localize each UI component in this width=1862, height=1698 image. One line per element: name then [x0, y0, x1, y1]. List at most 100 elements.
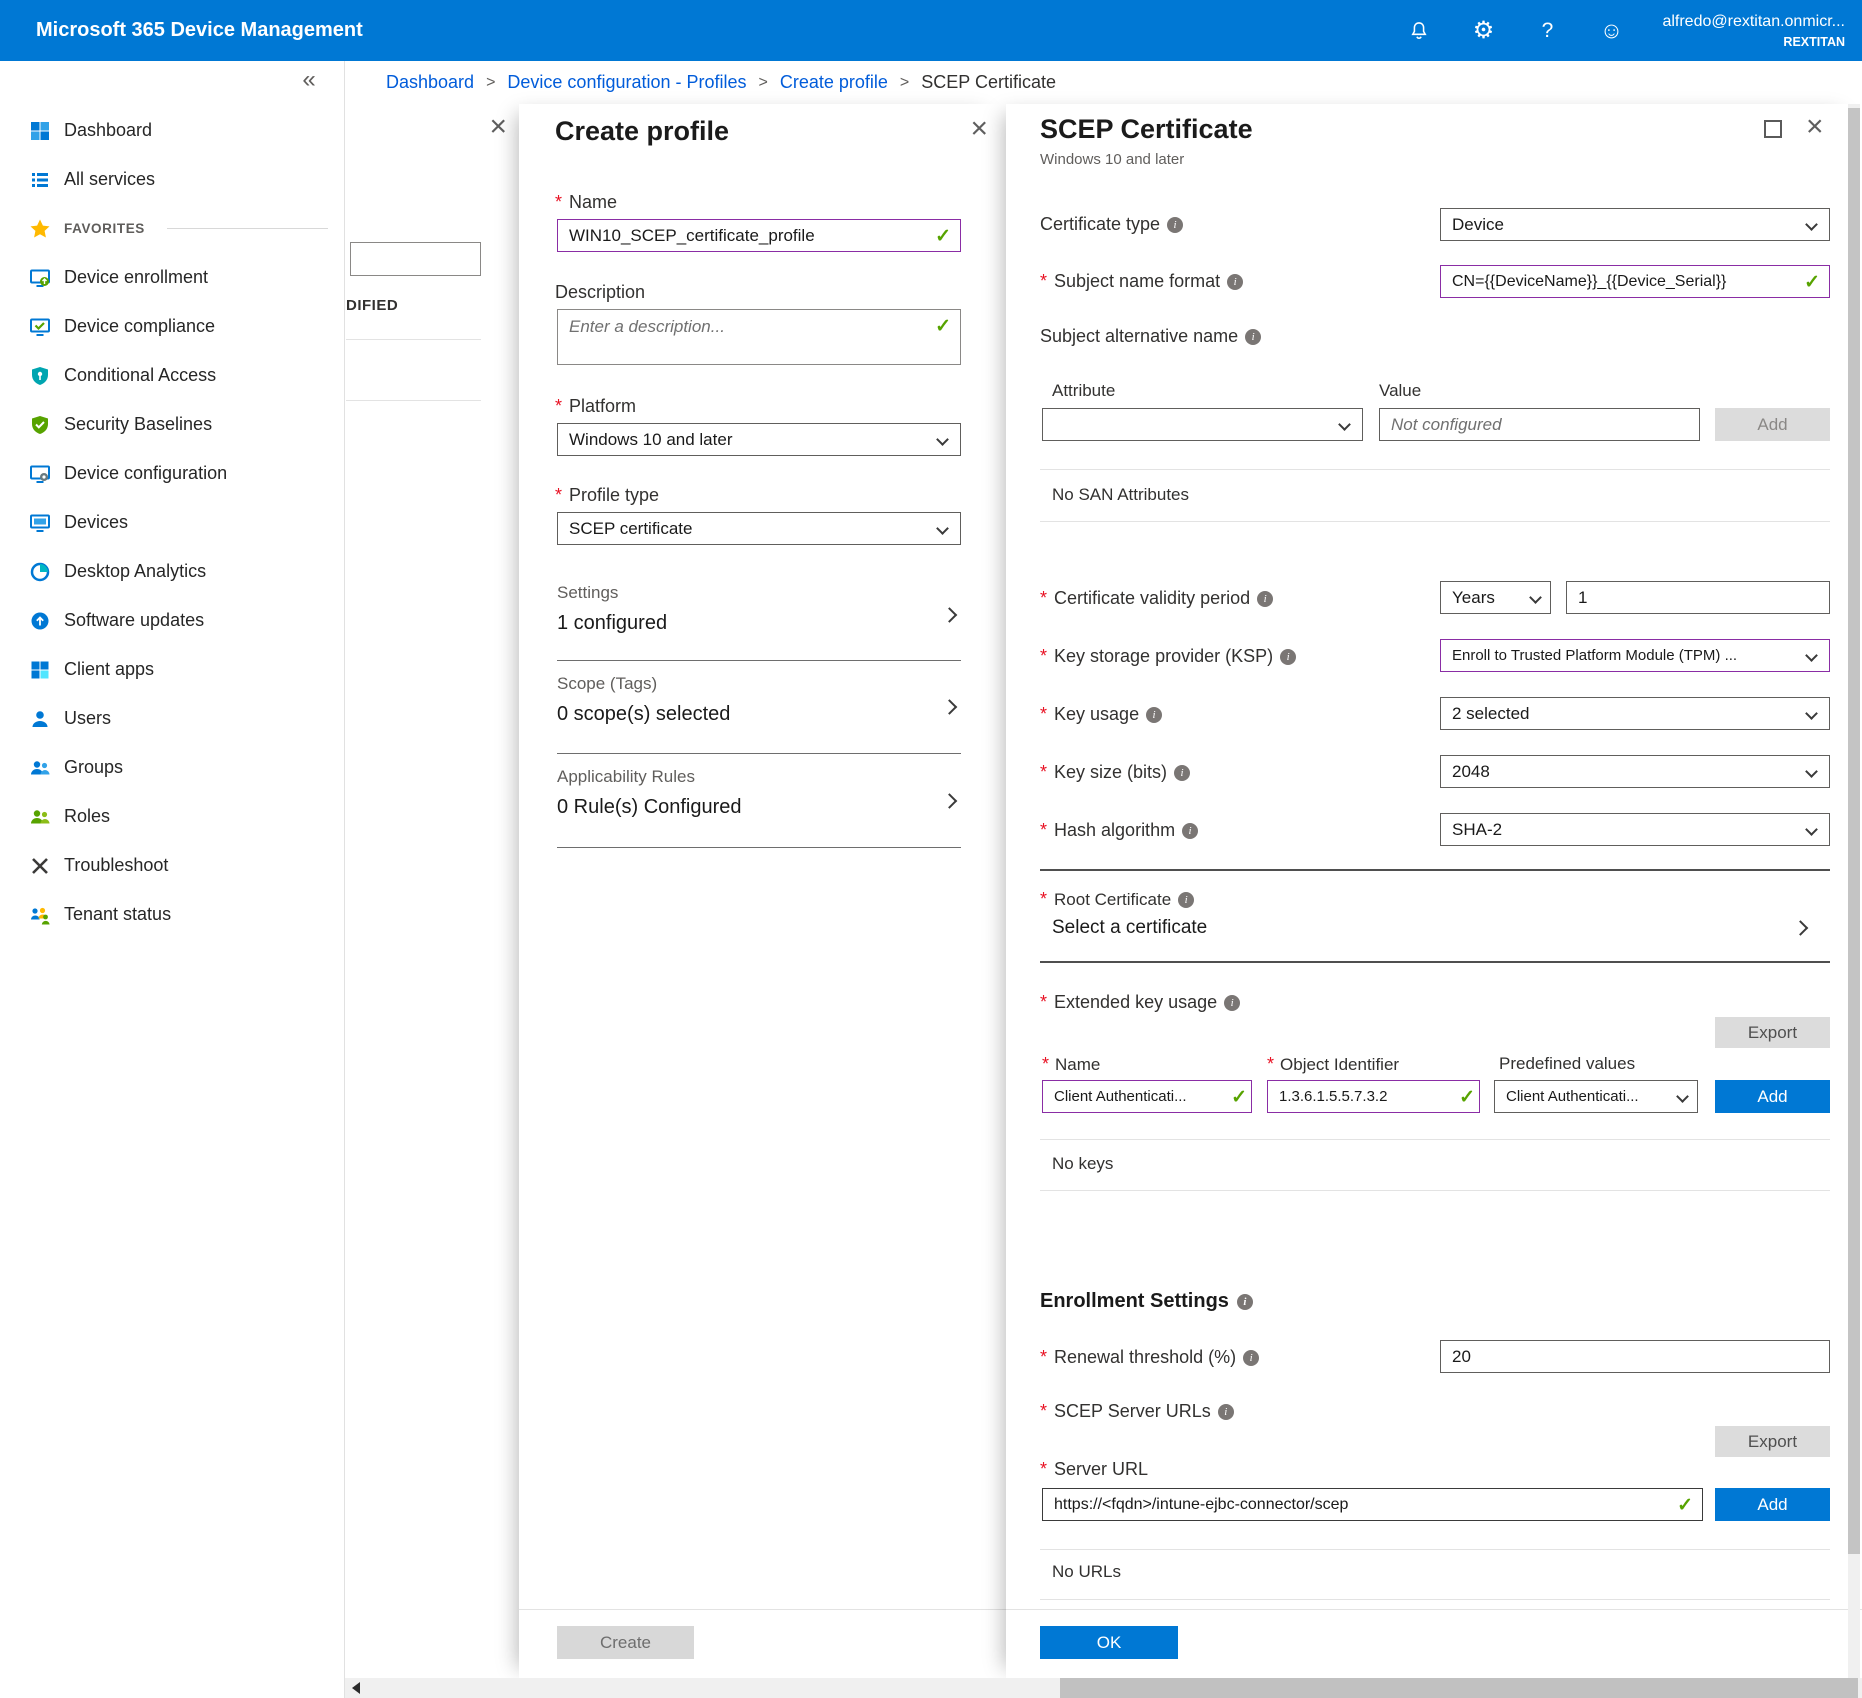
favorites-label: FAVORITES [64, 221, 145, 236]
eku-oid-input[interactable]: 1.3.6.1.5.5.7.3.2 [1267, 1080, 1480, 1113]
eku-add-button[interactable]: Add [1715, 1080, 1830, 1113]
info-icon[interactable] [1224, 995, 1240, 1011]
sidebar-item-groups[interactable]: Groups [0, 743, 344, 792]
scope-tags-row[interactable]: Scope (Tags) 0 scope(s) selected [557, 661, 961, 754]
name-input[interactable]: WIN10_SCEP_certificate_profile [557, 219, 961, 252]
sidebar-item-device-enrollment[interactable]: Device enrollment [0, 253, 344, 302]
info-icon[interactable] [1227, 274, 1243, 290]
description-textarea[interactable]: Enter a description... [557, 309, 961, 365]
sidebar-collapse-icon[interactable] [296, 65, 322, 95]
sidebar-item-roles[interactable]: Roles [0, 792, 344, 841]
required-asterisk [1040, 762, 1047, 783]
info-icon[interactable] [1237, 1294, 1253, 1310]
sidebar-item-label: Client apps [64, 659, 154, 680]
key-size-select[interactable]: 2048 [1440, 755, 1830, 788]
sidebar-item-software-updates[interactable]: Software updates [0, 596, 344, 645]
ok-button[interactable]: OK [1040, 1626, 1178, 1659]
validity-value-input[interactable]: 1 [1566, 581, 1830, 614]
sidebar-item-conditional-access[interactable]: Conditional Access [0, 351, 344, 400]
info-icon[interactable] [1182, 823, 1198, 839]
settings-row-value: 1 configured [557, 612, 961, 635]
san-add-button[interactable]: Add [1715, 408, 1830, 441]
server-url-input[interactable]: https://<fqdn>/intune-ejbc-connector/sce… [1042, 1488, 1703, 1521]
vertical-scrollbar[interactable] [1848, 104, 1860, 1678]
help-icon[interactable] [1534, 18, 1560, 44]
valid-check-icon [1459, 1086, 1475, 1109]
maximize-icon[interactable] [1764, 120, 1782, 138]
modified-column-header[interactable]: DIFIED [346, 297, 398, 314]
blade-subtitle: Windows 10 and later [1040, 151, 1184, 168]
sidebar-item-dashboard[interactable]: Dashboard [0, 106, 344, 155]
sidebar-item-troubleshoot[interactable]: Troubleshoot [0, 841, 344, 890]
san-attribute-select[interactable] [1042, 408, 1363, 441]
key-usage-select[interactable]: 2 selected [1440, 697, 1830, 730]
breadcrumb: Dashboard > Device configuration - Profi… [345, 61, 1862, 104]
close-icon[interactable] [489, 112, 507, 142]
san-value-header: Value [1379, 381, 1421, 401]
horizontal-scrollbar-thumb[interactable] [1060, 1678, 1858, 1698]
eku-export-button[interactable]: Export [1715, 1017, 1830, 1048]
sidebar-item-all-services[interactable]: All services [0, 155, 344, 204]
search-input[interactable] [350, 242, 481, 276]
info-icon[interactable] [1178, 892, 1194, 908]
chevron-down-icon [1529, 591, 1542, 604]
divider [167, 228, 328, 229]
sidebar-item-tenant-status[interactable]: Tenant status [0, 890, 344, 939]
info-icon[interactable] [1243, 1350, 1259, 1366]
info-icon[interactable] [1257, 591, 1273, 607]
applicability-rules-row[interactable]: Applicability Rules 0 Rule(s) Configured [557, 754, 961, 848]
required-asterisk [1040, 1347, 1047, 1368]
vertical-scrollbar-thumb[interactable] [1848, 108, 1860, 1554]
info-icon[interactable] [1167, 217, 1183, 233]
required-asterisk [1040, 1401, 1047, 1422]
horizontal-scrollbar[interactable] [345, 1678, 1862, 1698]
required-asterisk [1042, 1054, 1049, 1075]
chevron-down-icon [936, 433, 949, 446]
info-icon[interactable] [1280, 649, 1296, 665]
feedback-smiley-icon[interactable] [1598, 18, 1624, 44]
create-button[interactable]: Create [557, 1626, 694, 1659]
required-asterisk [1040, 1459, 1047, 1480]
settings-row[interactable]: Settings 1 configured [557, 570, 961, 661]
urls-export-button[interactable]: Export [1715, 1426, 1830, 1457]
sidebar-item-desktop-analytics[interactable]: Desktop Analytics [0, 547, 344, 596]
subject-name-format-input[interactable]: CN={{DeviceName}}_{{Device_Serial}} [1440, 265, 1830, 298]
eku-name-input[interactable]: Client Authenticati... [1042, 1080, 1252, 1113]
profiles-list-blade: DIFIED [346, 104, 519, 1678]
close-icon[interactable] [1806, 112, 1824, 142]
info-icon[interactable] [1218, 1404, 1234, 1420]
renewal-threshold-input[interactable]: 20 [1440, 1340, 1830, 1373]
scroll-left-arrow-icon[interactable] [352, 1682, 360, 1694]
sidebar-item-client-apps[interactable]: Client apps [0, 645, 344, 694]
breadcrumb-profiles[interactable]: Device configuration - Profiles [507, 72, 746, 93]
profile-type-select[interactable]: SCEP certificate [557, 512, 961, 545]
sidebar-item-device-configuration[interactable]: Device configuration [0, 449, 344, 498]
info-icon[interactable] [1146, 707, 1162, 723]
breadcrumb-create-profile[interactable]: Create profile [780, 72, 888, 93]
sidebar-item-security-baselines[interactable]: Security Baselines [0, 400, 344, 449]
sidebar-item-users[interactable]: Users [0, 694, 344, 743]
root-certificate-row[interactable]: Select a certificate [1052, 917, 1792, 939]
platform-select[interactable]: Windows 10 and later [557, 423, 961, 456]
certificate-type-select[interactable]: Device [1440, 208, 1830, 241]
notifications-bell-icon[interactable] [1406, 18, 1432, 44]
sidebar-item-devices[interactable]: Devices [0, 498, 344, 547]
breadcrumb-dashboard[interactable]: Dashboard [386, 72, 474, 93]
required-asterisk [1040, 992, 1047, 1013]
close-icon[interactable] [970, 114, 988, 144]
breadcrumb-separator: > [486, 74, 495, 92]
account-menu[interactable]: alfredo@rextitan.onmicr... REXTITAN [1662, 13, 1845, 49]
info-icon[interactable] [1174, 765, 1190, 781]
eku-predefined-select[interactable]: Client Authenticati... [1494, 1080, 1698, 1113]
hash-algorithm-select[interactable]: SHA-2 [1440, 813, 1830, 846]
settings-gear-icon[interactable] [1470, 18, 1496, 44]
info-icon[interactable] [1245, 329, 1261, 345]
san-value-input[interactable]: Not configured [1379, 408, 1700, 441]
subject-name-format-label: Subject name format [1040, 271, 1243, 292]
san-attribute-header: Attribute [1052, 381, 1115, 401]
validity-unit-select[interactable]: Years [1440, 581, 1551, 614]
sidebar-item-device-compliance[interactable]: Device compliance [0, 302, 344, 351]
ksp-select[interactable]: Enroll to Trusted Platform Module (TPM) … [1440, 639, 1830, 672]
url-add-button[interactable]: Add [1715, 1488, 1830, 1521]
renewal-threshold-label: Renewal threshold (%) [1040, 1347, 1259, 1368]
